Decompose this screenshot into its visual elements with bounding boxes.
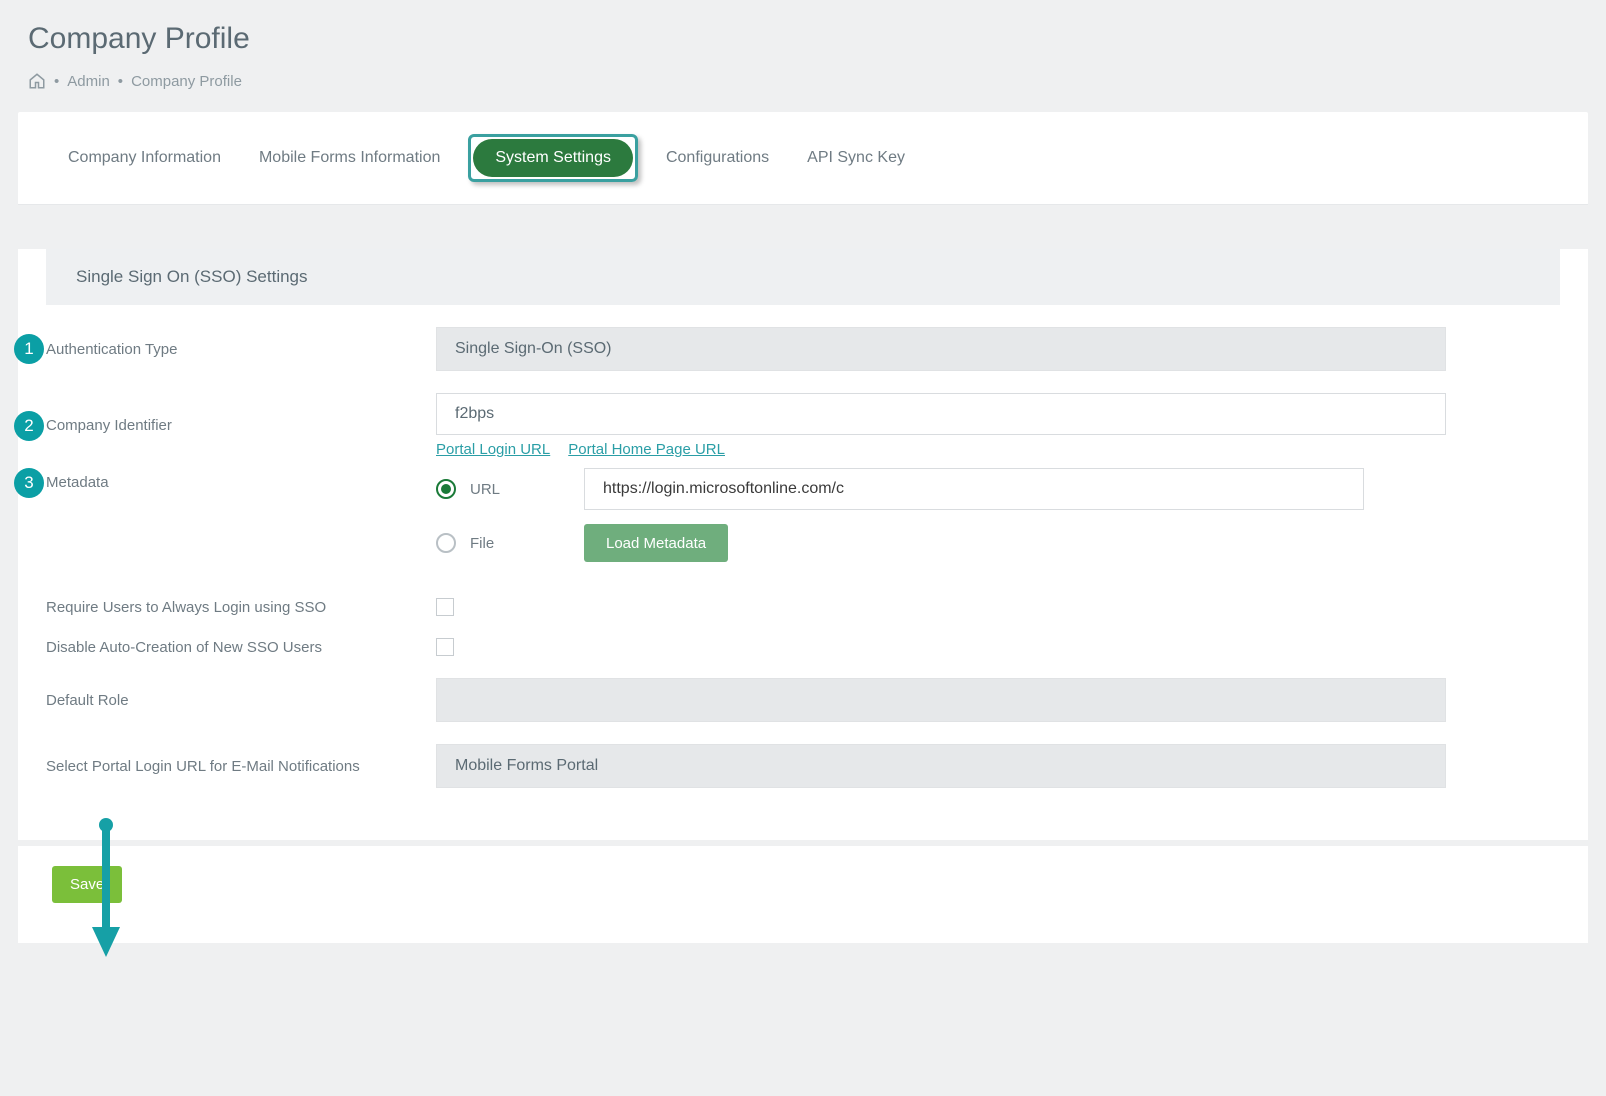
annotation-badge-3: 3	[14, 468, 44, 498]
breadcrumb: • Admin • Company Profile	[18, 64, 1588, 112]
label-disable-autocreation: Disable Auto-Creation of New SSO Users	[46, 639, 322, 656]
page-title: Company Profile	[18, 0, 1588, 64]
section-header-sso: Single Sign On (SSO) Settings	[46, 249, 1560, 305]
label-company-identifier: Company Identifier	[46, 417, 172, 434]
load-metadata-button[interactable]: Load Metadata	[584, 524, 728, 562]
tab-company-information[interactable]: Company Information	[58, 143, 231, 173]
tab-api-sync-key[interactable]: API Sync Key	[797, 143, 915, 173]
portal-home-page-url-link[interactable]: Portal Home Page URL	[568, 441, 725, 458]
breadcrumb-admin[interactable]: Admin	[67, 73, 110, 90]
breadcrumb-sep: •	[118, 73, 123, 90]
require-sso-checkbox[interactable]	[436, 598, 454, 616]
metadata-url-input[interactable]	[584, 468, 1364, 510]
label-require-sso: Require Users to Always Login using SSO	[46, 599, 326, 616]
tab-system-settings[interactable]: System Settings	[473, 139, 633, 177]
disable-autocreation-checkbox[interactable]	[436, 638, 454, 656]
auth-type-select[interactable]: Single Sign-On (SSO)	[436, 327, 1446, 371]
label-default-role: Default Role	[46, 692, 129, 709]
label-select-portal-login: Select Portal Login URL for E-Mail Notif…	[46, 758, 360, 775]
tab-mobile-forms-information[interactable]: Mobile Forms Information	[249, 143, 450, 173]
breadcrumb-sep: •	[54, 73, 59, 90]
default-role-select[interactable]	[436, 678, 1446, 722]
tab-system-settings-highlight: System Settings	[468, 134, 638, 182]
save-button[interactable]: Save	[52, 866, 122, 903]
company-identifier-input[interactable]	[436, 393, 1446, 435]
label-authentication-type: Authentication Type	[46, 341, 177, 358]
breadcrumb-current: Company Profile	[131, 73, 242, 90]
annotation-badge-1: 1	[14, 334, 44, 364]
tab-configurations[interactable]: Configurations	[656, 143, 779, 173]
metadata-file-radio[interactable]	[436, 533, 456, 553]
metadata-url-radio[interactable]	[436, 479, 456, 499]
home-icon[interactable]	[28, 72, 46, 90]
select-portal-login-select[interactable]: Mobile Forms Portal	[436, 744, 1446, 788]
annotation-badge-2: 2	[14, 411, 44, 441]
tabs-bar: Company Information Mobile Forms Informa…	[18, 112, 1588, 205]
metadata-file-radio-label: File	[470, 535, 570, 552]
metadata-url-radio-label: URL	[470, 481, 570, 498]
label-metadata: Metadata	[46, 474, 109, 491]
portal-login-url-link[interactable]: Portal Login URL	[436, 441, 550, 458]
